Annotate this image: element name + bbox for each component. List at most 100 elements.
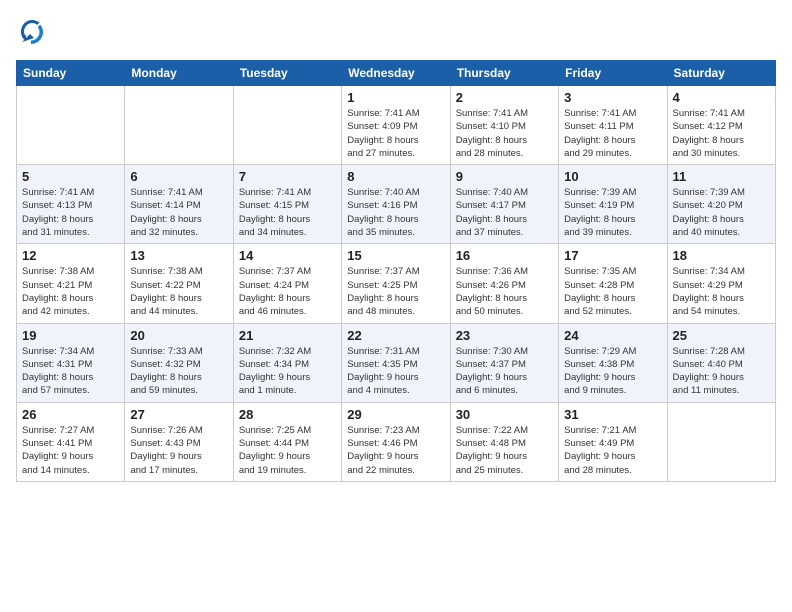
day-number: 7: [239, 169, 336, 184]
calendar-cell: 12 Sunrise: 7:38 AM Sunset: 4:21 PM Dayli…: [17, 244, 125, 323]
calendar-cell: 26 Sunrise: 7:27 AM Sunset: 4:41 PM Dayli…: [17, 402, 125, 481]
day-info: Sunrise: 7:40 AM Sunset: 4:16 PM Dayligh…: [347, 186, 444, 239]
calendar-cell: 9 Sunrise: 7:40 AM Sunset: 4:17 PM Daylig…: [450, 165, 558, 244]
day-info: Sunrise: 7:28 AM Sunset: 4:40 PM Dayligh…: [673, 345, 770, 398]
calendar-cell: 14 Sunrise: 7:37 AM Sunset: 4:24 PM Dayli…: [233, 244, 341, 323]
calendar-cell: 13 Sunrise: 7:38 AM Sunset: 4:22 PM Dayli…: [125, 244, 233, 323]
week-row-3: 12 Sunrise: 7:38 AM Sunset: 4:21 PM Dayli…: [17, 244, 776, 323]
day-info: Sunrise: 7:27 AM Sunset: 4:41 PM Dayligh…: [22, 424, 119, 477]
day-info: Sunrise: 7:40 AM Sunset: 4:17 PM Dayligh…: [456, 186, 553, 239]
week-row-5: 26 Sunrise: 7:27 AM Sunset: 4:41 PM Dayli…: [17, 402, 776, 481]
day-info: Sunrise: 7:32 AM Sunset: 4:34 PM Dayligh…: [239, 345, 336, 398]
day-info: Sunrise: 7:22 AM Sunset: 4:48 PM Dayligh…: [456, 424, 553, 477]
day-info: Sunrise: 7:41 AM Sunset: 4:15 PM Dayligh…: [239, 186, 336, 239]
calendar: SundayMondayTuesdayWednesdayThursdayFrid…: [16, 60, 776, 482]
weekday-header-sunday: Sunday: [17, 61, 125, 86]
day-number: 2: [456, 90, 553, 105]
calendar-cell: 23Sunrise: 7:30 AM Sunset: 4:37 PM Dayli…: [450, 323, 558, 402]
day-number: 19: [22, 328, 119, 343]
day-number: 24: [564, 328, 661, 343]
day-number: 17: [564, 248, 661, 263]
day-number: 8: [347, 169, 444, 184]
day-number: 4: [673, 90, 770, 105]
day-number: 16: [456, 248, 553, 263]
logo-icon: [16, 16, 48, 48]
weekday-header-monday: Monday: [125, 61, 233, 86]
weekday-header-thursday: Thursday: [450, 61, 558, 86]
page: SundayMondayTuesdayWednesdayThursdayFrid…: [0, 0, 792, 612]
header: [16, 16, 776, 48]
day-info: Sunrise: 7:41 AM Sunset: 4:09 PM Dayligh…: [347, 107, 444, 160]
calendar-cell: 19 Sunrise: 7:34 AM Sunset: 4:31 PM Dayli…: [17, 323, 125, 402]
calendar-cell: [667, 402, 775, 481]
day-number: 27: [130, 407, 227, 422]
day-number: 9: [456, 169, 553, 184]
day-info: Sunrise: 7:41 AM Sunset: 4:13 PM Dayligh…: [22, 186, 119, 239]
calendar-cell: 28Sunrise: 7:25 AM Sunset: 4:44 PM Dayli…: [233, 402, 341, 481]
day-number: 6: [130, 169, 227, 184]
day-number: 14: [239, 248, 336, 263]
day-number: 10: [564, 169, 661, 184]
weekday-header-tuesday: Tuesday: [233, 61, 341, 86]
day-info: Sunrise: 7:34 AM Sunset: 4:29 PM Dayligh…: [673, 265, 770, 318]
calendar-cell: 4 Sunrise: 7:41 AM Sunset: 4:12 PM Daylig…: [667, 86, 775, 165]
day-number: 31: [564, 407, 661, 422]
calendar-cell: 21 Sunrise: 7:32 AM Sunset: 4:34 PM Dayli…: [233, 323, 341, 402]
day-info: Sunrise: 7:23 AM Sunset: 4:46 PM Dayligh…: [347, 424, 444, 477]
day-number: 20: [130, 328, 227, 343]
day-number: 25: [673, 328, 770, 343]
day-number: 3: [564, 90, 661, 105]
calendar-cell: [233, 86, 341, 165]
calendar-cell: 10 Sunrise: 7:39 AM Sunset: 4:19 PM Dayli…: [559, 165, 667, 244]
day-info: Sunrise: 7:39 AM Sunset: 4:19 PM Dayligh…: [564, 186, 661, 239]
day-number: 29: [347, 407, 444, 422]
calendar-cell: 16 Sunrise: 7:36 AM Sunset: 4:26 PM Dayli…: [450, 244, 558, 323]
day-number: 15: [347, 248, 444, 263]
day-info: Sunrise: 7:29 AM Sunset: 4:38 PM Dayligh…: [564, 345, 661, 398]
calendar-cell: 11Sunrise: 7:39 AM Sunset: 4:20 PM Dayli…: [667, 165, 775, 244]
calendar-cell: 7 Sunrise: 7:41 AM Sunset: 4:15 PM Daylig…: [233, 165, 341, 244]
day-info: Sunrise: 7:41 AM Sunset: 4:14 PM Dayligh…: [130, 186, 227, 239]
day-number: 26: [22, 407, 119, 422]
calendar-cell: 5 Sunrise: 7:41 AM Sunset: 4:13 PM Daylig…: [17, 165, 125, 244]
day-info: Sunrise: 7:36 AM Sunset: 4:26 PM Dayligh…: [456, 265, 553, 318]
week-row-2: 5 Sunrise: 7:41 AM Sunset: 4:13 PM Daylig…: [17, 165, 776, 244]
day-info: Sunrise: 7:38 AM Sunset: 4:21 PM Dayligh…: [22, 265, 119, 318]
day-info: Sunrise: 7:37 AM Sunset: 4:24 PM Dayligh…: [239, 265, 336, 318]
day-number: 13: [130, 248, 227, 263]
calendar-cell: 29 Sunrise: 7:23 AM Sunset: 4:46 PM Dayli…: [342, 402, 450, 481]
day-info: Sunrise: 7:37 AM Sunset: 4:25 PM Dayligh…: [347, 265, 444, 318]
day-info: Sunrise: 7:33 AM Sunset: 4:32 PM Dayligh…: [130, 345, 227, 398]
day-info: Sunrise: 7:30 AM Sunset: 4:37 PM Dayligh…: [456, 345, 553, 398]
calendar-cell: 18 Sunrise: 7:34 AM Sunset: 4:29 PM Dayli…: [667, 244, 775, 323]
day-info: Sunrise: 7:26 AM Sunset: 4:43 PM Dayligh…: [130, 424, 227, 477]
day-number: 22: [347, 328, 444, 343]
calendar-cell: 15 Sunrise: 7:37 AM Sunset: 4:25 PM Dayli…: [342, 244, 450, 323]
weekday-header-wednesday: Wednesday: [342, 61, 450, 86]
calendar-cell: 24 Sunrise: 7:29 AM Sunset: 4:38 PM Dayli…: [559, 323, 667, 402]
calendar-cell: 3Sunrise: 7:41 AM Sunset: 4:11 PM Daylig…: [559, 86, 667, 165]
day-number: 30: [456, 407, 553, 422]
day-info: Sunrise: 7:38 AM Sunset: 4:22 PM Dayligh…: [130, 265, 227, 318]
day-number: 18: [673, 248, 770, 263]
calendar-cell: 22 Sunrise: 7:31 AM Sunset: 4:35 PM Dayli…: [342, 323, 450, 402]
weekday-header-row: SundayMondayTuesdayWednesdayThursdayFrid…: [17, 61, 776, 86]
calendar-cell: [17, 86, 125, 165]
day-number: 21: [239, 328, 336, 343]
logo: [16, 16, 52, 48]
calendar-cell: [125, 86, 233, 165]
day-number: 1: [347, 90, 444, 105]
calendar-cell: 27 Sunrise: 7:26 AM Sunset: 4:43 PM Dayli…: [125, 402, 233, 481]
calendar-cell: 6 Sunrise: 7:41 AM Sunset: 4:14 PM Daylig…: [125, 165, 233, 244]
day-info: Sunrise: 7:31 AM Sunset: 4:35 PM Dayligh…: [347, 345, 444, 398]
weekday-header-friday: Friday: [559, 61, 667, 86]
day-number: 12: [22, 248, 119, 263]
week-row-4: 19 Sunrise: 7:34 AM Sunset: 4:31 PM Dayli…: [17, 323, 776, 402]
day-info: Sunrise: 7:41 AM Sunset: 4:12 PM Dayligh…: [673, 107, 770, 160]
day-number: 5: [22, 169, 119, 184]
calendar-cell: 2Sunrise: 7:41 AM Sunset: 4:10 PM Daylig…: [450, 86, 558, 165]
weekday-header-saturday: Saturday: [667, 61, 775, 86]
day-info: Sunrise: 7:34 AM Sunset: 4:31 PM Dayligh…: [22, 345, 119, 398]
day-number: 11: [673, 169, 770, 184]
calendar-cell: 20 Sunrise: 7:33 AM Sunset: 4:32 PM Dayli…: [125, 323, 233, 402]
